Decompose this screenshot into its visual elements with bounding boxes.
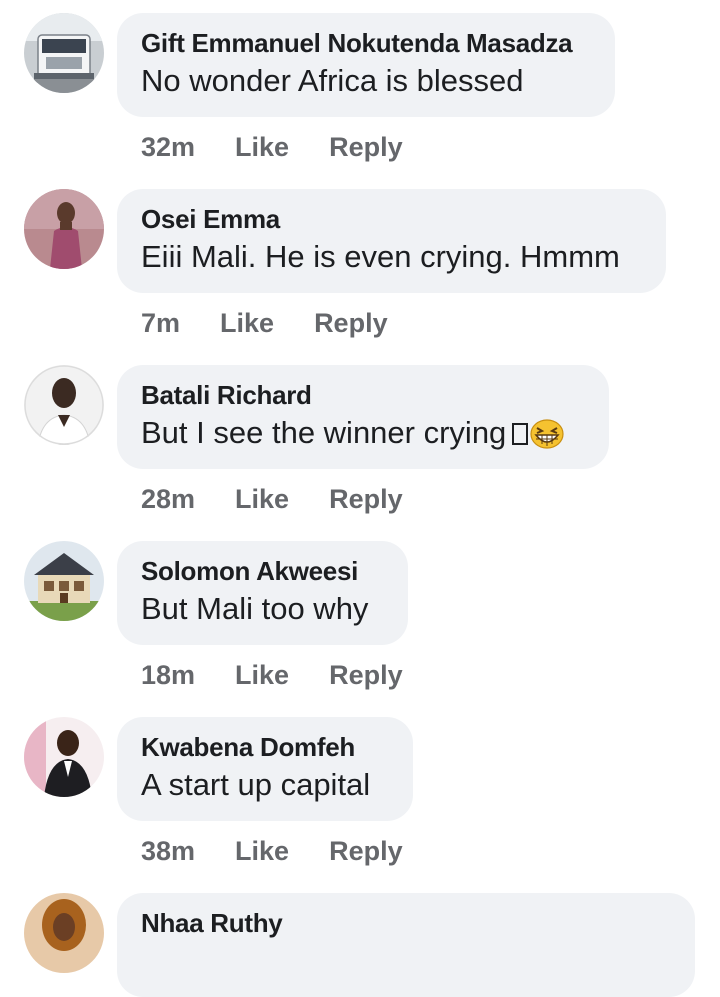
comment-text: No wonder Africa is blessed xyxy=(141,63,524,98)
commenter-name[interactable]: Osei Emma xyxy=(141,203,642,235)
commenter-name[interactable]: Nhaa Ruthy xyxy=(141,907,671,939)
avatar[interactable] xyxy=(24,893,104,973)
like-button[interactable]: Like xyxy=(235,659,289,691)
avatar[interactable] xyxy=(24,189,104,269)
reply-button[interactable]: Reply xyxy=(314,307,388,339)
comment-actions: 38m Like Reply xyxy=(141,835,403,867)
avatar[interactable] xyxy=(24,13,104,93)
reply-button[interactable]: Reply xyxy=(329,659,403,691)
like-button[interactable]: Like xyxy=(235,483,289,515)
like-button[interactable]: Like xyxy=(220,307,274,339)
comment-bubble: Nhaa Ruthy xyxy=(117,893,695,997)
reply-button[interactable]: Reply xyxy=(329,131,403,163)
comment-text: Eiii Mali. He is even crying. Hmmm xyxy=(141,239,620,274)
comment-text: But Mali too why xyxy=(141,591,369,626)
truck-avatar-icon xyxy=(24,13,104,93)
reply-button[interactable]: Reply xyxy=(329,835,403,867)
comment-timestamp[interactable]: 32m xyxy=(141,131,195,163)
like-button[interactable]: Like xyxy=(235,835,289,867)
like-button[interactable]: Like xyxy=(235,131,289,163)
avatar[interactable] xyxy=(24,717,104,797)
comment-text: A start up capital xyxy=(141,767,371,802)
missing-glyph-icon xyxy=(512,423,529,445)
house-avatar-icon xyxy=(24,541,104,621)
comment-actions: 7m Like Reply xyxy=(141,307,388,339)
comment-text-content: But I see the winner crying xyxy=(141,415,507,450)
comment-actions: 32m Like Reply xyxy=(141,131,403,163)
reply-button[interactable]: Reply xyxy=(329,483,403,515)
comment-actions: 18m Like Reply xyxy=(141,659,403,691)
comment-timestamp[interactable]: 38m xyxy=(141,835,195,867)
comment-text: But I see the winner crying xyxy=(141,413,585,459)
comment-bubble: Kwabena Domfeh A start up capital xyxy=(117,717,413,821)
comment-actions: 28m Like Reply xyxy=(141,483,403,515)
person-avatar-icon xyxy=(24,365,104,445)
person-avatar-icon xyxy=(24,189,104,269)
comment-bubble: Osei Emma Eiii Mali. He is even crying. … xyxy=(117,189,666,293)
comment-timestamp[interactable]: 28m xyxy=(141,483,195,515)
comment-timestamp[interactable]: 18m xyxy=(141,659,195,691)
comment-bubble: Solomon Akweesi But Mali too why xyxy=(117,541,408,645)
grinning-squinting-face-icon xyxy=(530,419,564,459)
avatar[interactable] xyxy=(24,365,104,445)
person-avatar-icon xyxy=(24,893,104,973)
commenter-name[interactable]: Gift Emmanuel Nokutenda Masadza xyxy=(141,27,591,59)
person-avatar-icon xyxy=(24,717,104,797)
comment-bubble: Batali Richard But I see the winner cryi… xyxy=(117,365,609,469)
commenter-name[interactable]: Kwabena Domfeh xyxy=(141,731,389,763)
avatar[interactable] xyxy=(24,541,104,621)
commenter-name[interactable]: Solomon Akweesi xyxy=(141,555,384,587)
comment-bubble: Gift Emmanuel Nokutenda Masadza No wonde… xyxy=(117,13,615,117)
comment-timestamp[interactable]: 7m xyxy=(141,307,180,339)
commenter-name[interactable]: Batali Richard xyxy=(141,379,585,411)
